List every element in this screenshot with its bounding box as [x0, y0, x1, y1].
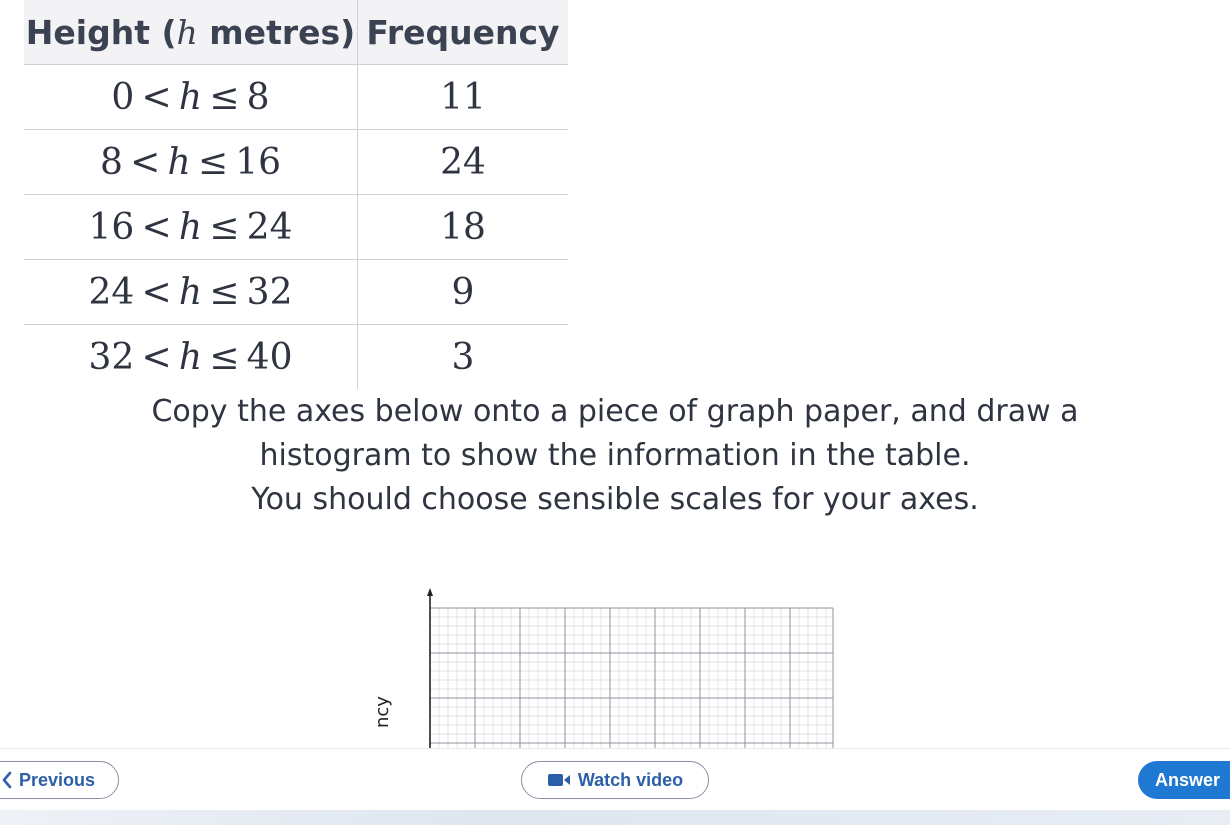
interval-lower: 8	[99, 141, 123, 183]
height-interval-cell: 8 < h ≤ 16	[24, 129, 358, 195]
table-header-row: Height (h metres) Frequency	[24, 0, 568, 65]
chevron-left-icon	[1, 771, 13, 789]
minor-grid	[430, 608, 833, 750]
graph-paper-axes: ncy	[372, 588, 834, 750]
answer-label: Answer	[1155, 769, 1221, 790]
table-row: 0 < h ≤ 8 11	[24, 64, 568, 130]
interval-le-symbol: ≤	[209, 206, 240, 248]
frequency-cell: 11	[357, 64, 568, 130]
interval-variable: h	[178, 76, 203, 118]
height-interval-cell: 32 < h ≤ 40	[24, 324, 358, 389]
y-axis-arrow-icon	[427, 588, 433, 596]
nav-bottom-strip	[0, 810, 1230, 825]
instruction-line-3: You should choose sensible scales for yo…	[251, 482, 979, 517]
answer-button[interactable]: Answer	[1138, 761, 1230, 799]
header-height-variable: h	[176, 12, 198, 52]
interval-le-symbol: ≤	[197, 141, 229, 183]
header-height-prefix: Height (	[25, 12, 177, 52]
interval-variable: h	[178, 336, 203, 378]
table-row: 8 < h ≤ 16 24	[24, 129, 568, 195]
height-interval-cell: 16 < h ≤ 24	[24, 194, 358, 260]
video-camera-icon	[547, 773, 571, 787]
interval-lower: 0	[111, 76, 135, 118]
previous-label: Previous	[19, 769, 96, 790]
header-height-suffix: metres)	[197, 12, 356, 52]
major-grid	[429, 607, 834, 750]
height-interval-cell: 0 < h ≤ 8	[24, 64, 358, 130]
interval-lower: 32	[88, 336, 135, 378]
table-body: 0 < h ≤ 8 11 8 < h ≤ 16 24 16 < h ≤ 24 18 24 <…	[24, 64, 568, 389]
interval-upper: 32	[246, 271, 293, 313]
interval-le-symbol: ≤	[209, 271, 240, 313]
frequency-cell: 9	[357, 259, 568, 325]
header-frequency: Frequency	[357, 0, 568, 65]
watch-video-button[interactable]: Watch video	[521, 761, 709, 799]
interval-variable: h	[178, 271, 203, 313]
previous-button[interactable]: Previous	[0, 761, 119, 799]
bottom-nav: Previous Watch video Answer	[0, 748, 1230, 825]
instruction-line-2: histogram to show the information in the…	[259, 438, 971, 473]
interval-upper: 24	[246, 206, 293, 248]
table-row: 32 < h ≤ 40 3	[24, 324, 568, 389]
interval-lt-symbol: <	[141, 76, 172, 118]
interval-variable: h	[178, 206, 203, 248]
interval-upper: 40	[246, 336, 293, 378]
table-row: 16 < h ≤ 24 18	[24, 194, 568, 260]
interval-upper: 8	[246, 76, 270, 118]
frequency-cell: 24	[357, 129, 568, 195]
height-interval-cell: 24 < h ≤ 32	[24, 259, 358, 325]
frequency-cell: 3	[451, 336, 475, 378]
watch-video-label: Watch video	[577, 769, 684, 790]
interval-variable: h	[167, 141, 191, 183]
interval-le-symbol: ≤	[209, 76, 240, 118]
y-axis-label: ncy	[372, 696, 393, 728]
frequency-table: Height (h metres) Frequency 0 < h ≤ 8 11 8…	[24, 0, 568, 389]
interval-lower: 24	[88, 271, 135, 313]
interval-upper: 16	[235, 141, 282, 183]
interval-lt-symbol: <	[130, 141, 161, 183]
instruction-line-1: Copy the axes below onto a piece of grap…	[151, 394, 1079, 429]
frequency-cell: 18	[357, 194, 568, 260]
table-row: 24 < h ≤ 32 9	[24, 259, 568, 325]
interval-le-symbol: ≤	[209, 336, 240, 378]
interval-lower: 16	[88, 206, 135, 248]
interval-lt-symbol: <	[141, 336, 172, 378]
instructions: Copy the axes below onto a piece of grap…	[0, 390, 1230, 522]
interval-lt-symbol: <	[141, 271, 172, 313]
interval-lt-symbol: <	[141, 206, 172, 248]
header-height: Height (h metres)	[24, 0, 358, 65]
